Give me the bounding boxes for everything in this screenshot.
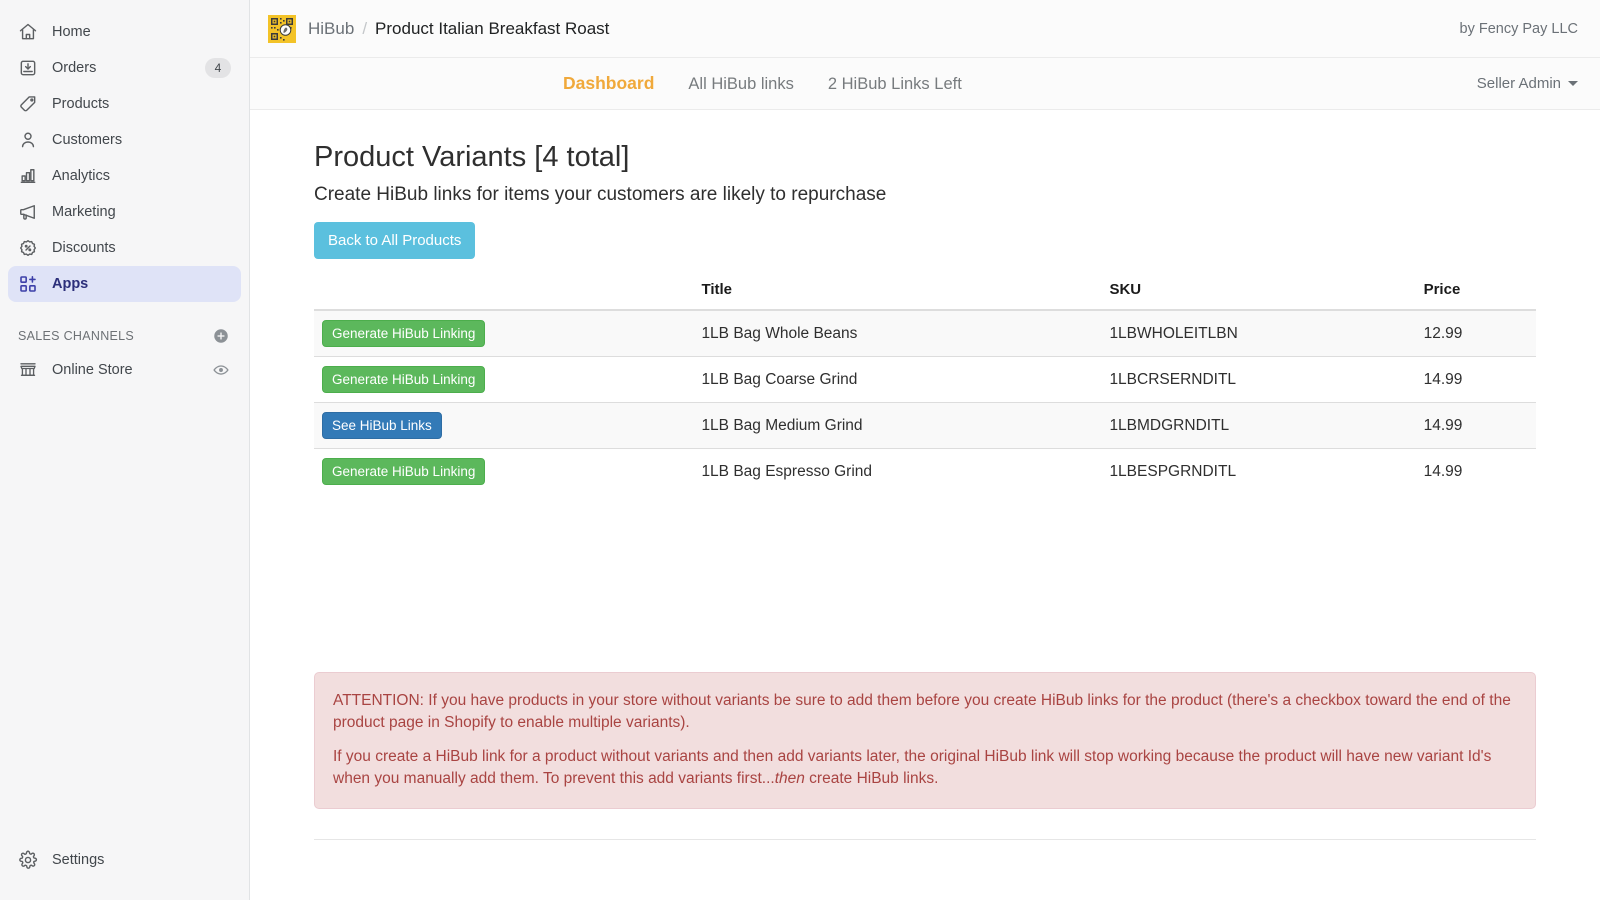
table-header-row: Title SKU Price bbox=[314, 281, 1536, 311]
app-byline: by Fency Pay LLC bbox=[1459, 20, 1578, 37]
sidebar-item-label: Discounts bbox=[52, 240, 116, 256]
sidebar-item-marketing[interactable]: Marketing bbox=[8, 194, 241, 230]
column-header-title: Title bbox=[693, 281, 1102, 311]
orders-icon bbox=[18, 58, 38, 78]
page-subtitle: Create HiBub links for items your custom… bbox=[314, 184, 887, 205]
generate-hibub-linking-button[interactable]: Generate HiBub Linking bbox=[322, 320, 486, 347]
main-area: HiBub / Product Italian Breakfast Roast … bbox=[250, 0, 1600, 900]
column-header-sku: SKU bbox=[1101, 281, 1416, 311]
generate-hibub-linking-button[interactable]: Generate HiBub Linking bbox=[322, 458, 486, 485]
sidebar-section-sales-channels: SALES CHANNELS bbox=[8, 320, 241, 352]
home-icon bbox=[18, 22, 38, 42]
plus-circle-icon[interactable] bbox=[211, 326, 231, 346]
cell-price: 14.99 bbox=[1415, 402, 1536, 449]
breadcrumb-current: Product Italian Breakfast Roast bbox=[375, 18, 610, 38]
sales-channels-label: SALES CHANNELS bbox=[18, 329, 135, 343]
page-title: Product Variants [4 total] bbox=[314, 141, 630, 173]
page-content: Product Variants [4 total] Create HiBub … bbox=[250, 110, 1600, 900]
cell-action: Generate HiBub Linking bbox=[314, 309, 694, 357]
customers-icon bbox=[18, 130, 38, 150]
sidebar-item-label: Marketing bbox=[52, 204, 116, 220]
sidebar-item-label: Customers bbox=[52, 132, 123, 148]
cell-action: See HiBub Links bbox=[314, 402, 694, 449]
generate-hibub-linking-button[interactable]: Generate HiBub Linking bbox=[322, 366, 486, 393]
sidebar-item-label: Apps bbox=[52, 276, 89, 292]
qr-code-app-icon bbox=[268, 14, 296, 43]
apps-icon bbox=[18, 274, 38, 294]
cell-action: Generate HiBub Linking bbox=[314, 448, 694, 494]
variants-table: Title SKU Price Generate HiBub Linking 1… bbox=[314, 281, 1536, 494]
caret-down-icon bbox=[1568, 81, 1578, 86]
app-header: HiBub / Product Italian Breakfast Roast … bbox=[250, 0, 1600, 58]
sidebar-item-settings[interactable]: Settings bbox=[8, 842, 241, 878]
sidebar-item-label: Home bbox=[52, 24, 91, 40]
user-menu-label: Seller Admin bbox=[1476, 75, 1561, 92]
orders-badge: 4 bbox=[205, 58, 231, 78]
column-header-action bbox=[314, 281, 694, 311]
products-icon bbox=[18, 94, 38, 114]
alert-paragraph-2-part-b: create HiBub links. bbox=[804, 770, 939, 787]
cell-sku: 1LBCRSERNDITL bbox=[1101, 356, 1416, 403]
sidebar-item-home[interactable]: Home bbox=[8, 14, 241, 50]
cell-price: 14.99 bbox=[1415, 356, 1536, 403]
user-menu[interactable]: Seller Admin bbox=[1477, 75, 1578, 92]
alert-paragraph-2: If you create a HiBub link for a product… bbox=[333, 746, 1517, 790]
alert-paragraph-2-emphasis: then bbox=[774, 770, 805, 787]
see-hibub-links-button[interactable]: See HiBub Links bbox=[322, 412, 442, 439]
table-row: Generate HiBub Linking 1LB Bag Coarse Gr… bbox=[314, 356, 1536, 403]
table-row: Generate HiBub Linking 1LB Bag Espresso … bbox=[314, 448, 1536, 494]
analytics-icon bbox=[18, 166, 38, 186]
app-root: Home Orders 4 Products Customers Analyti… bbox=[0, 0, 1600, 900]
sidebar-item-orders[interactable]: Orders 4 bbox=[8, 50, 241, 86]
marketing-icon bbox=[18, 202, 38, 222]
column-header-price: Price bbox=[1415, 281, 1536, 311]
breadcrumb-root-link[interactable]: HiBub bbox=[308, 19, 354, 39]
sidebar-item-label: Online Store bbox=[52, 362, 133, 378]
tab-list: Dashboard All HiBub links 2 HiBub Links … bbox=[563, 73, 1477, 94]
sidebar-item-apps[interactable]: Apps bbox=[8, 266, 241, 302]
storefront-icon bbox=[18, 360, 38, 380]
variants-table-body: Generate HiBub Linking 1LB Bag Whole Bea… bbox=[314, 309, 1536, 494]
cell-title: 1LB Bag Whole Beans bbox=[693, 309, 1102, 357]
sidebar-item-label: Settings bbox=[52, 852, 105, 868]
cell-title: 1LB Bag Espresso Grind bbox=[693, 448, 1102, 494]
table-row: See HiBub Links 1LB Bag Medium Grind 1LB… bbox=[314, 402, 1536, 449]
cell-sku: 1LBMDGRNDITL bbox=[1101, 402, 1416, 449]
sidebar-item-discounts[interactable]: Discounts bbox=[8, 230, 241, 266]
tab-dashboard[interactable]: Dashboard bbox=[563, 73, 654, 94]
sidebar-item-label: Orders bbox=[52, 60, 97, 76]
alert-paragraph-1: ATTENTION: If you have products in your … bbox=[333, 692, 1511, 731]
discounts-icon bbox=[18, 238, 38, 258]
sidebar-item-products[interactable]: Products bbox=[8, 86, 241, 122]
variants-table-head: Title SKU Price bbox=[314, 281, 1536, 311]
gear-icon bbox=[18, 850, 38, 870]
eye-icon[interactable] bbox=[211, 360, 231, 380]
cell-action: Generate HiBub Linking bbox=[314, 356, 694, 403]
cell-price: 14.99 bbox=[1415, 448, 1536, 494]
cell-sku: 1LBESPGRNDITL bbox=[1101, 448, 1416, 494]
tab-hibub-links-left[interactable]: 2 HiBub Links Left bbox=[828, 75, 962, 94]
sidebar-item-analytics[interactable]: Analytics bbox=[8, 158, 241, 194]
cell-title: 1LB Bag Coarse Grind bbox=[693, 356, 1102, 403]
sidebar-item-customers[interactable]: Customers bbox=[8, 122, 241, 158]
cell-title: 1LB Bag Medium Grind bbox=[693, 402, 1102, 449]
back-to-all-products-button[interactable]: Back to All Products bbox=[314, 222, 476, 259]
footer-divider bbox=[314, 839, 1536, 840]
sidebar-footer: Settings bbox=[0, 842, 249, 878]
breadcrumb: HiBub / Product Italian Breakfast Roast bbox=[268, 14, 1460, 43]
cell-sku: 1LBWHOLEITLBN bbox=[1101, 309, 1416, 357]
sidebar-item-label: Analytics bbox=[52, 168, 111, 184]
sidebar: Home Orders 4 Products Customers Analyti… bbox=[0, 0, 250, 900]
app-tabbar: Dashboard All HiBub links 2 HiBub Links … bbox=[250, 58, 1600, 110]
content-inner: Product Variants [4 total] Create HiBub … bbox=[250, 138, 1600, 840]
sidebar-item-label: Products bbox=[52, 96, 110, 112]
tab-all-hibub-links[interactable]: All HiBub links bbox=[688, 75, 793, 94]
sidebar-item-online-store[interactable]: Online Store bbox=[8, 352, 241, 388]
breadcrumb-separator: / bbox=[362, 18, 368, 38]
attention-alert: ATTENTION: If you have products in your … bbox=[314, 672, 1536, 809]
cell-price: 12.99 bbox=[1415, 309, 1536, 357]
table-row: Generate HiBub Linking 1LB Bag Whole Bea… bbox=[314, 309, 1536, 357]
